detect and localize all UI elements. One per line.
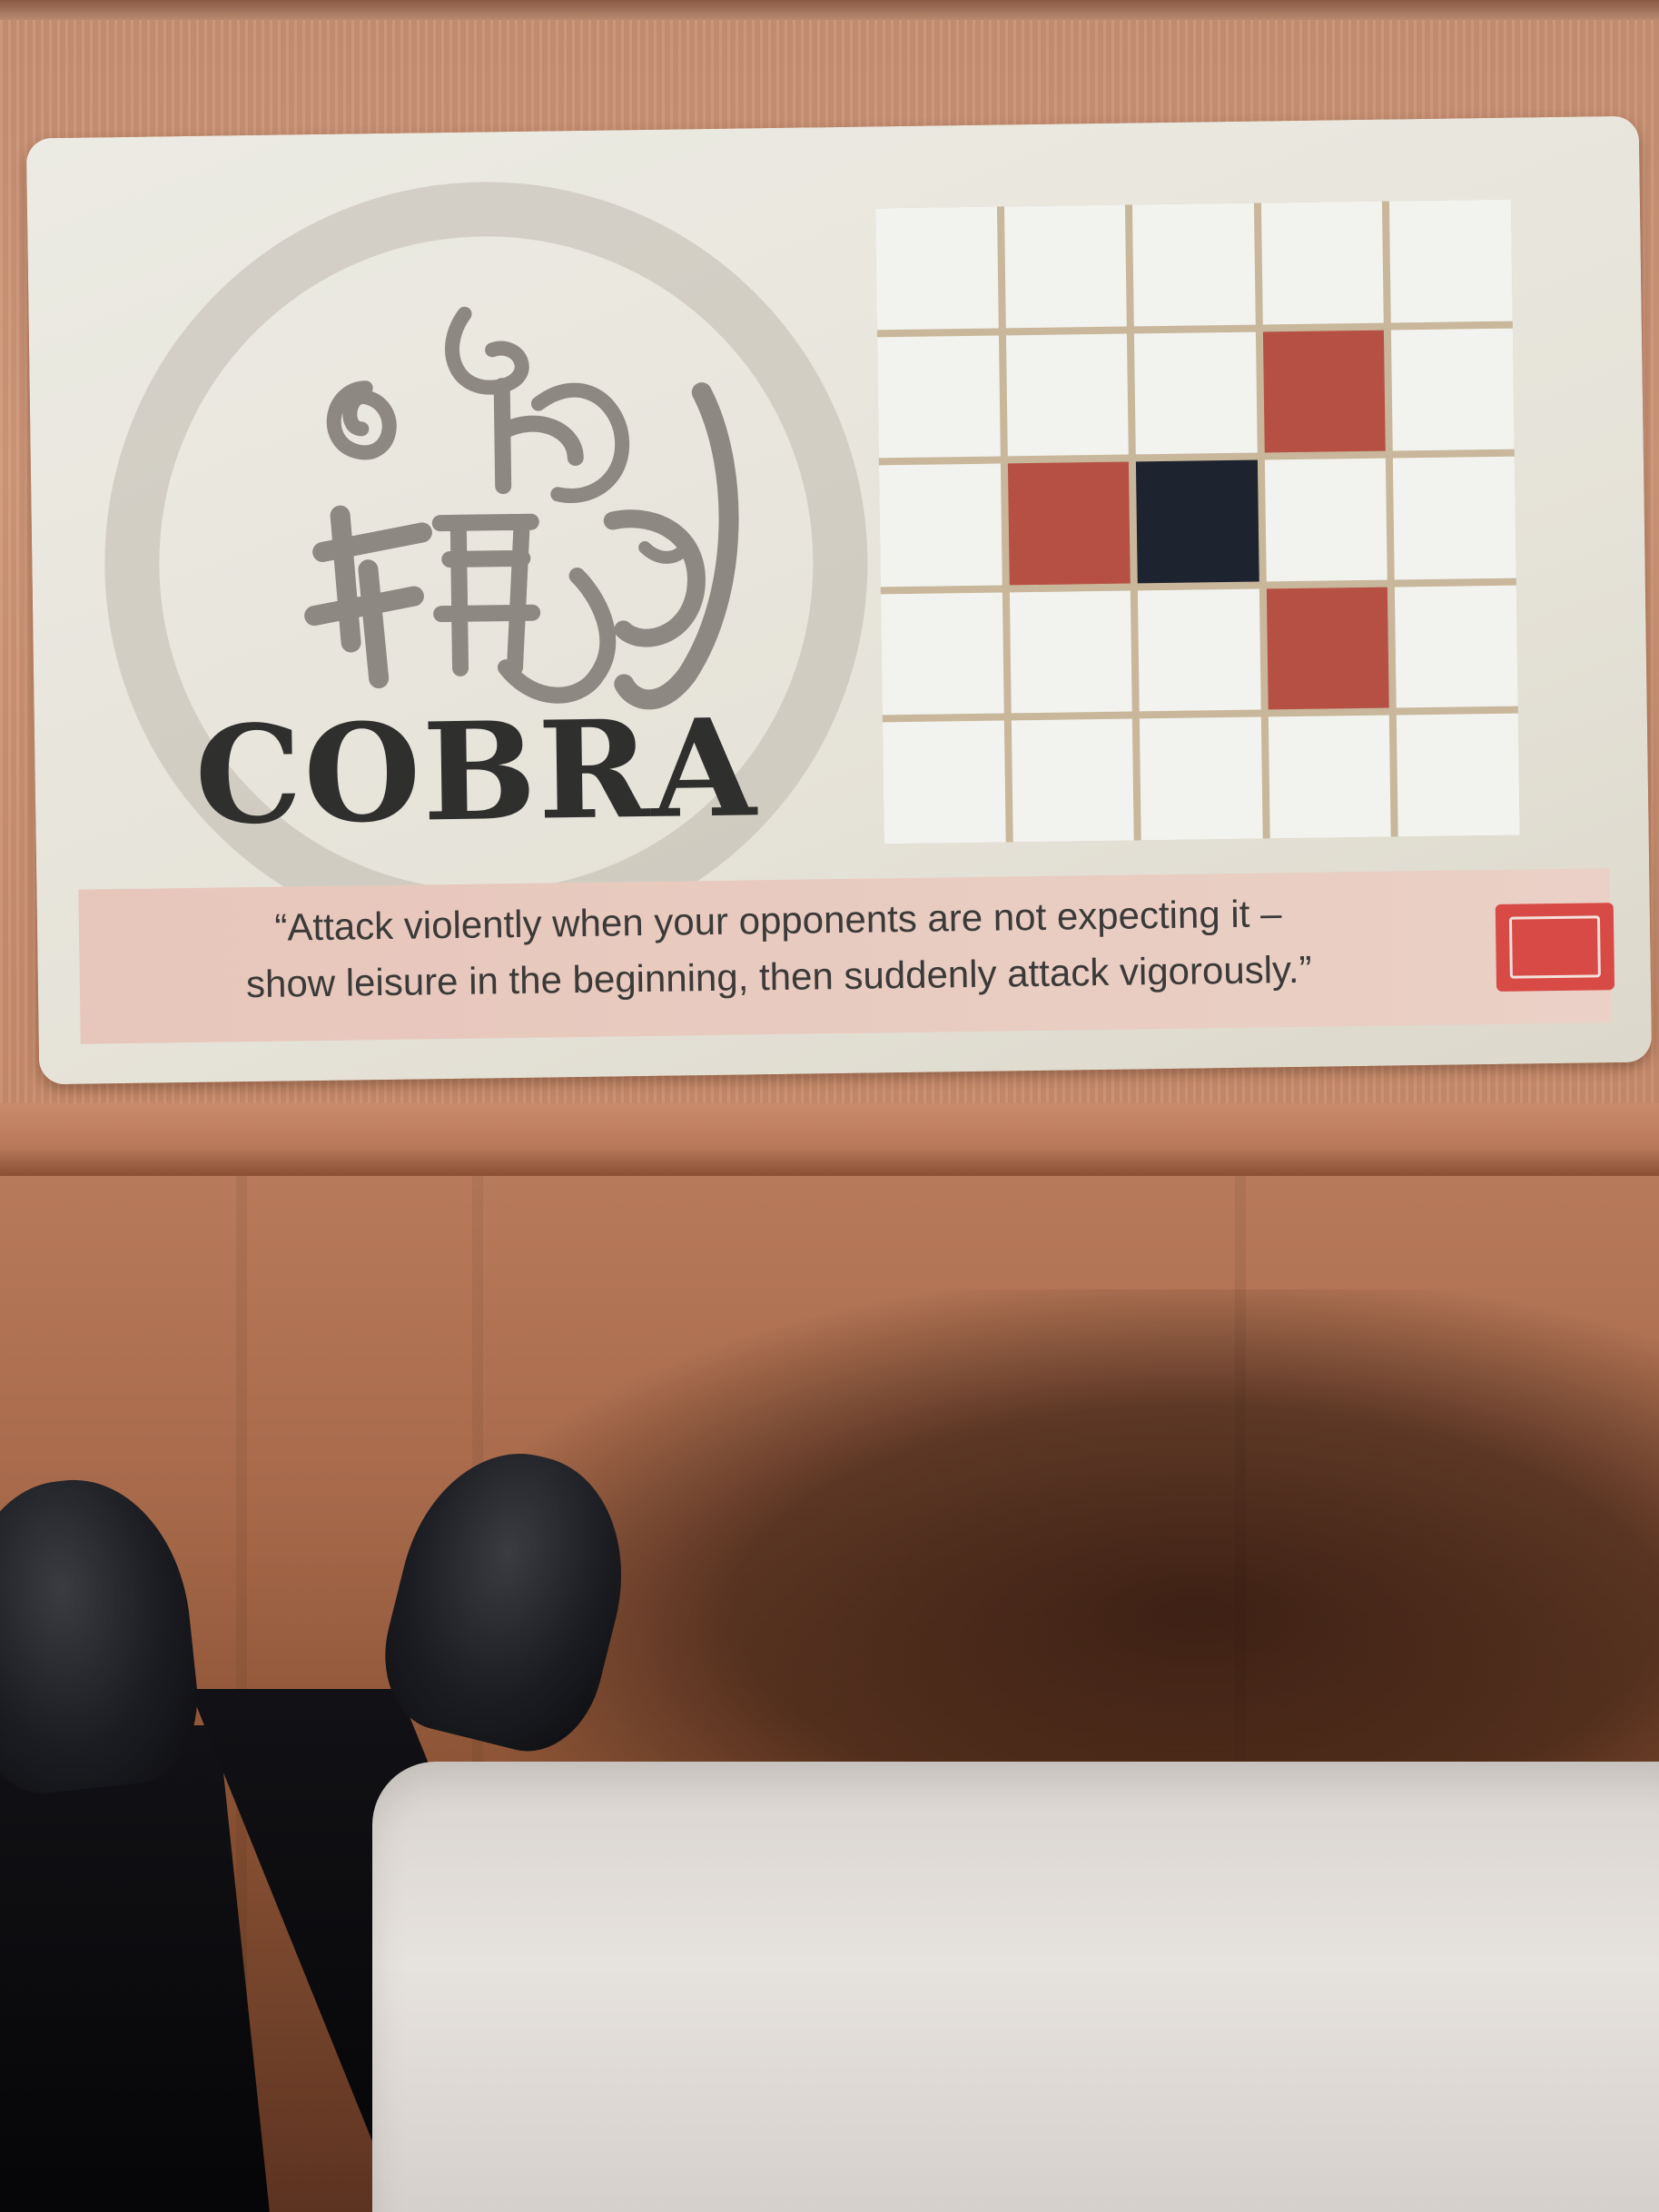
grid-cell-empty [876, 335, 1001, 459]
grid-cell-empty [1264, 458, 1388, 582]
grid-cell-empty [1003, 204, 1128, 329]
grid-cell-empty [882, 720, 1006, 844]
grid-cell-attack [1007, 461, 1131, 586]
move-card[interactable]: COBRA “Attack violently when your oppone… [25, 115, 1653, 1085]
grid-cell-empty [1389, 199, 1513, 323]
grid-cell-empty [1134, 331, 1258, 455]
grid-cell-empty [1397, 713, 1520, 837]
quote-band: “Attack violently when your opponents ar… [78, 868, 1615, 1044]
grid-cell-empty [1260, 201, 1385, 325]
tabletop-back-edge [0, 0, 1659, 20]
grid-cell-empty [1009, 590, 1132, 714]
publisher-logo-icon [1495, 903, 1615, 992]
grid-cell-attack [1262, 330, 1387, 453]
publisher-logo-inner [1508, 915, 1601, 979]
grid-cell-attack [1266, 587, 1390, 710]
grid-cell-empty [1138, 588, 1261, 712]
grid-cell-empty [874, 206, 999, 330]
grid-cell-center [1136, 459, 1259, 584]
tabletop-front-edge [0, 1103, 1659, 1176]
grid-cell-empty [880, 592, 1004, 716]
photo-scene: COBRA “Attack violently when your oppone… [0, 0, 1659, 2212]
calligraphy-emblem-icon [304, 306, 739, 710]
grid-cell-empty [1393, 456, 1516, 580]
grid-cell-empty [1140, 716, 1263, 841]
grid-cell-empty [1391, 328, 1515, 451]
grid-cell-empty [878, 463, 1002, 588]
cushion [372, 1762, 1659, 2212]
card-title: COBRA [193, 688, 759, 854]
grid-cell-empty [1132, 202, 1256, 327]
move-grid [874, 199, 1520, 844]
grid-cell-empty [1005, 333, 1129, 457]
card-quote: “Attack violently when your opponents ar… [206, 884, 1352, 1013]
grid-cell-empty [1395, 585, 1518, 708]
grid-cell-empty [1268, 715, 1392, 839]
grid-cell-empty [1011, 718, 1134, 843]
